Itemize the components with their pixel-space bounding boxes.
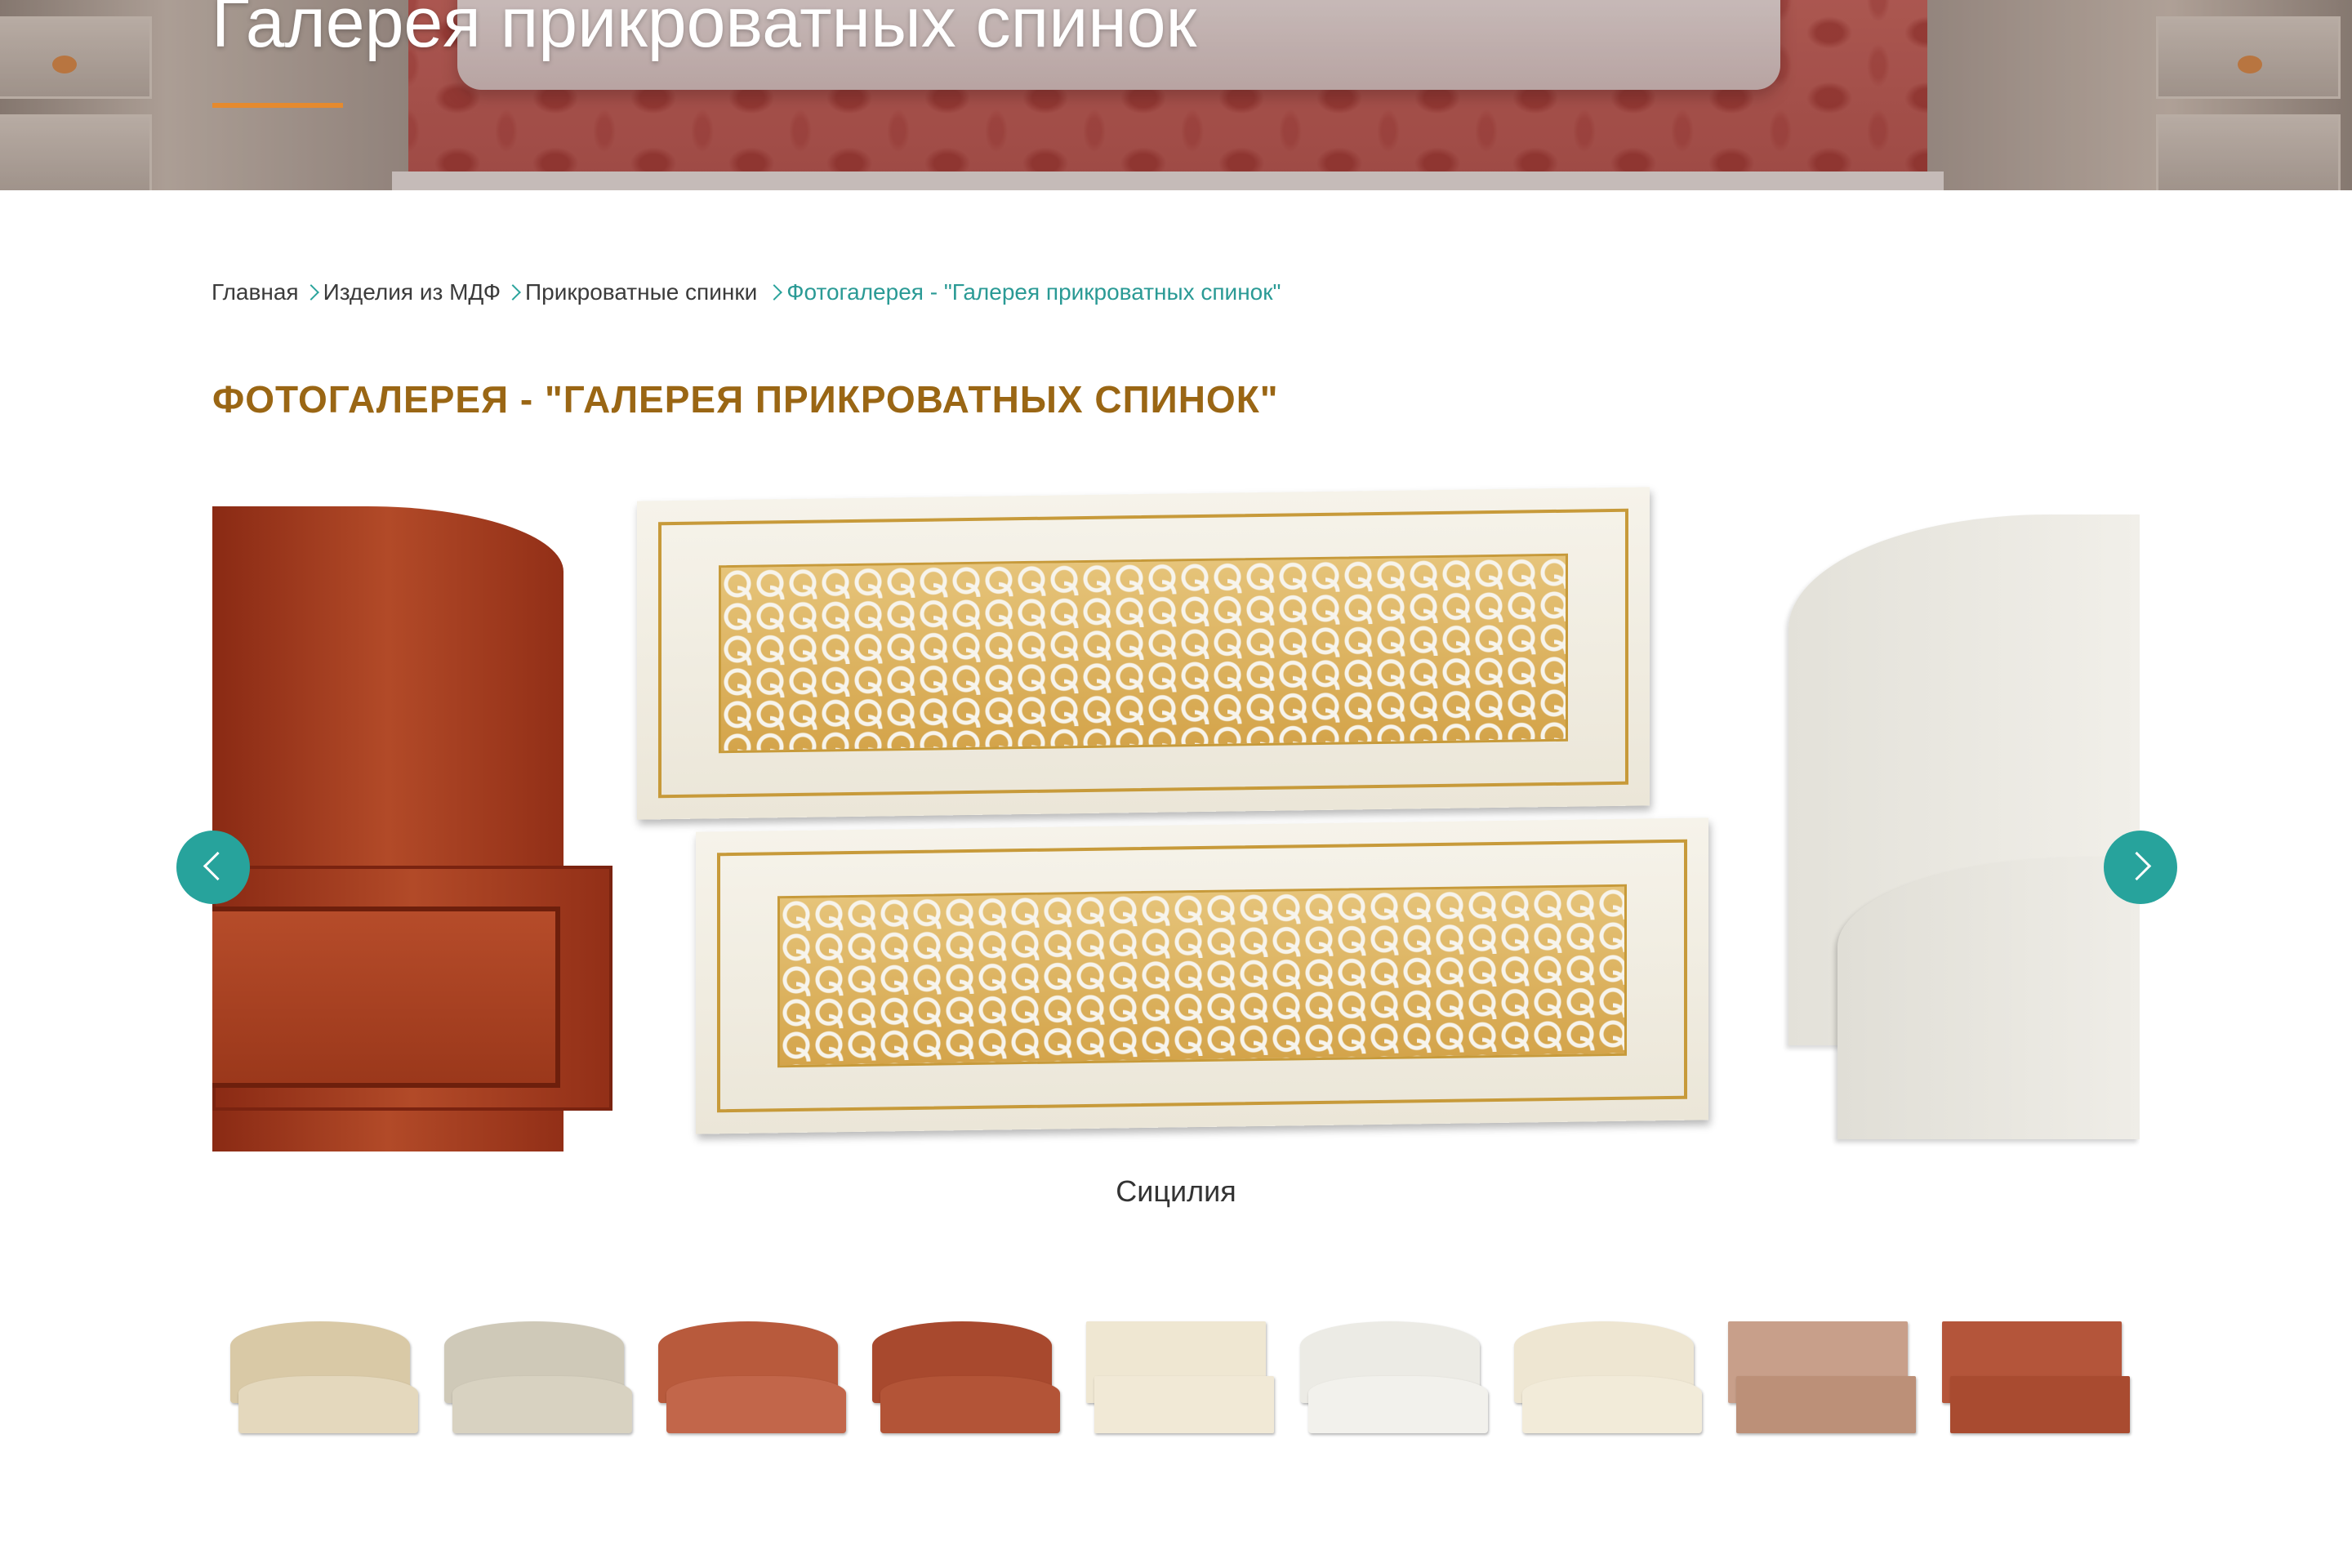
gallery-thumbnail[interactable]: [1078, 1307, 1274, 1454]
thumbnail-strip: [222, 1307, 2133, 1454]
slide-previous-image[interactable]: [212, 482, 621, 1152]
breadcrumb-link-mdf[interactable]: Изделия из МДФ: [323, 279, 501, 305]
headboard-panel: [637, 487, 1650, 820]
breadcrumb-chevron-icon: [505, 284, 521, 301]
gallery-slider: Сицилия: [176, 482, 2177, 1208]
thumbnail-footboard: [666, 1376, 846, 1433]
thumbnail-footboard: [880, 1376, 1060, 1433]
gallery-thumbnail[interactable]: [1292, 1307, 1488, 1454]
page-title: ФОТОГАЛЕРЕЯ - "ГАЛЕРЕЯ ПРИКРОВАТНЫХ СПИН…: [212, 378, 1279, 421]
gallery-thumbnail[interactable]: [436, 1307, 632, 1454]
slider-track: [212, 482, 2140, 1152]
hero-title-underline: [212, 103, 343, 108]
breadcrumb-chevron-icon: [302, 284, 319, 301]
panel-ornament: [719, 553, 1568, 754]
breadcrumb-link-headboards[interactable]: Прикроватные спинки: [525, 279, 757, 305]
breadcrumb-current: Фотогалерея - "Галерея прикроватных спин…: [786, 279, 1281, 305]
thumbnail-footboard: [1522, 1376, 1702, 1433]
gallery-thumbnail[interactable]: [1720, 1307, 1916, 1454]
slider-next-button[interactable]: [2104, 831, 2177, 904]
slide-caption: Сицилия: [1116, 1174, 1236, 1208]
thumbnail-footboard: [1308, 1376, 1488, 1433]
gallery-thumbnail[interactable]: [650, 1307, 846, 1454]
hero-title: Галерея прикроватных спинок: [212, 0, 1197, 62]
thumbnail-footboard: [1950, 1376, 2130, 1433]
gallery-thumbnail[interactable]: [222, 1307, 418, 1454]
thumbnail-footboard: [1094, 1376, 1274, 1433]
gallery-thumbnail[interactable]: [1934, 1307, 2130, 1454]
thumbnail-footboard: [238, 1376, 418, 1433]
gallery-thumbnail[interactable]: [864, 1307, 1060, 1454]
footboard-shape: [1838, 858, 2140, 1139]
hero-banner: Галерея прикроватных спинок: [0, 0, 2352, 190]
breadcrumb-chevron-icon: [766, 284, 783, 301]
footboard-panel: [696, 817, 1708, 1134]
gallery-thumbnail[interactable]: [1506, 1307, 1702, 1454]
slide-next-image[interactable]: [1740, 482, 2140, 1152]
breadcrumb-link-home[interactable]: Главная: [212, 279, 299, 305]
thumbnail-footboard: [452, 1376, 632, 1433]
thumbnail-footboard: [1736, 1376, 1916, 1433]
breadcrumb: Главная Изделия из МДФ Прикроватные спин…: [212, 276, 1281, 309]
footboard-panel: [212, 906, 560, 1088]
panel-ornament: [777, 884, 1627, 1068]
slider-prev-button[interactable]: [176, 831, 250, 904]
